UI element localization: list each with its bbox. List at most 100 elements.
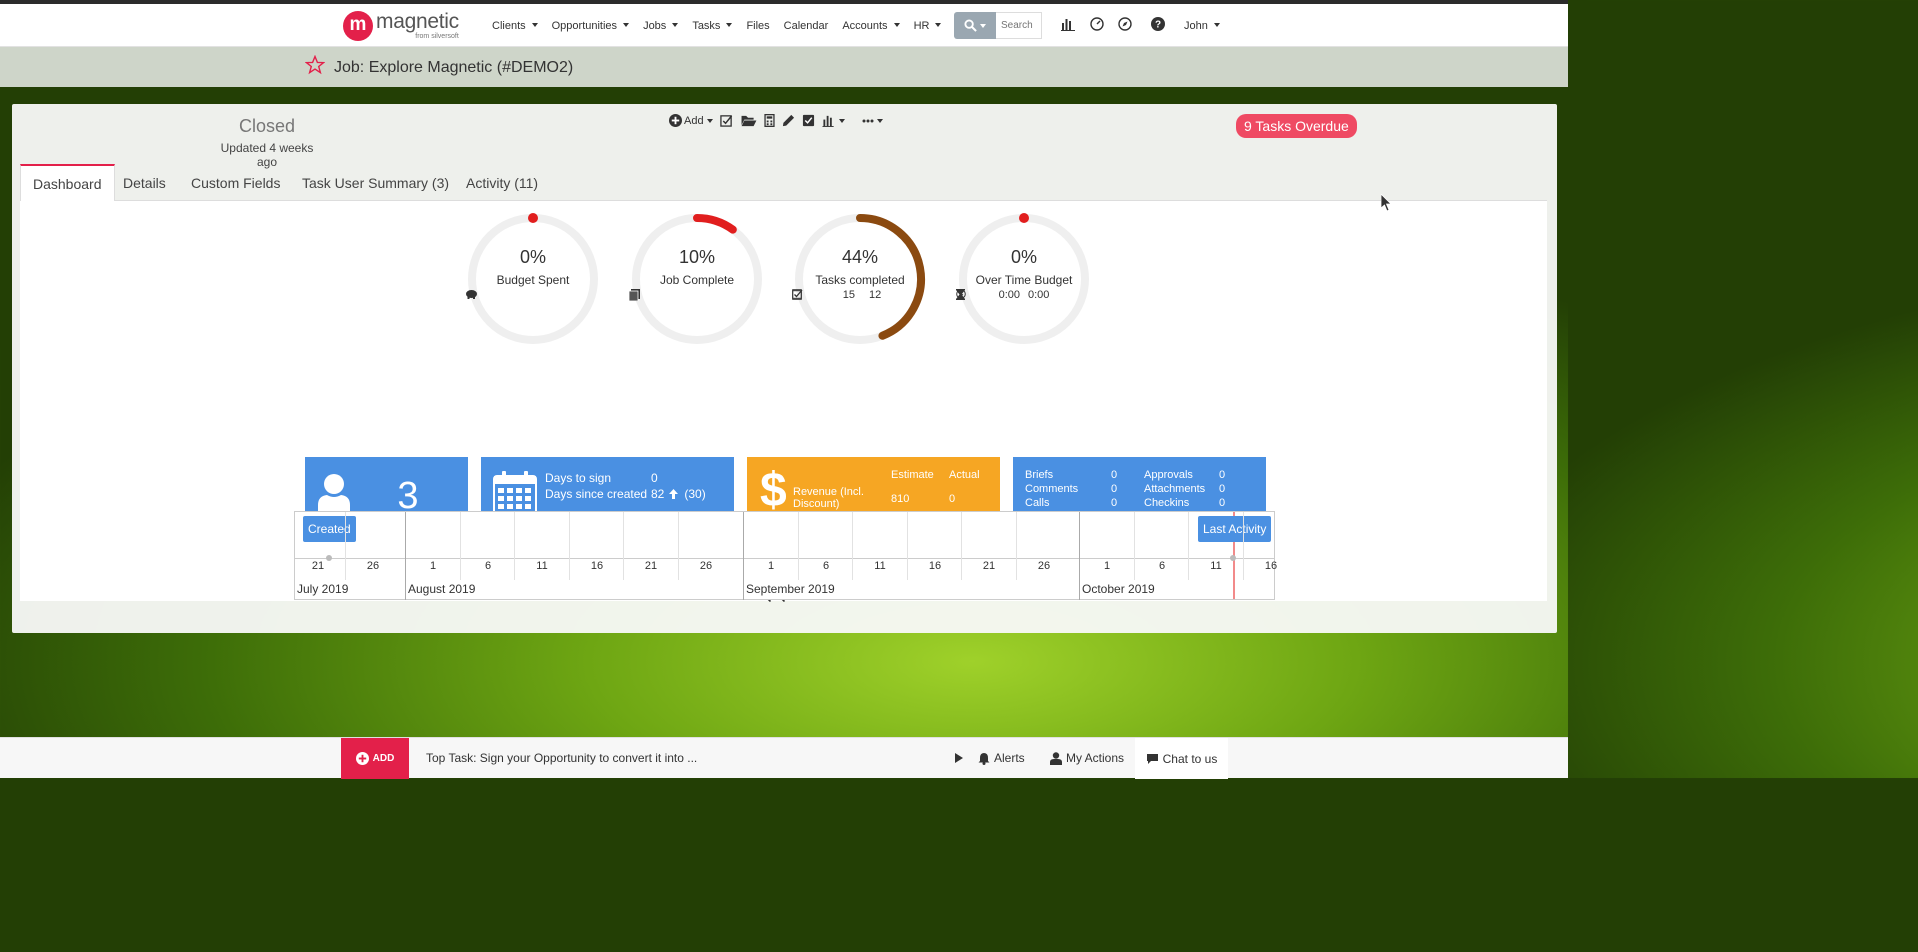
svg-text:?: ? xyxy=(1155,20,1161,31)
search-button[interactable] xyxy=(954,12,996,39)
alerts-label: Alerts xyxy=(994,751,1025,765)
count-row: Calls 0 xyxy=(1025,497,1117,511)
gauge-sub: 15 12 xyxy=(792,289,928,301)
timeline-month: October 2019 xyxy=(1082,582,1155,596)
calendar-icon xyxy=(493,471,537,517)
job-timeline[interactable]: Created Last Activity 21 26 1 6 11 16 21 26 1 6 11… xyxy=(294,511,1277,600)
timeline-month: September 2019 xyxy=(746,582,835,596)
chevron-down-icon xyxy=(838,118,845,123)
gauge-budget-spent: 0% Budget Spent xyxy=(465,211,601,347)
gauge-percent: 10% xyxy=(678,247,716,267)
tab-details[interactable]: Details xyxy=(111,164,178,201)
clock-icon xyxy=(956,289,966,299)
done-tasks-count: 12 xyxy=(869,289,882,301)
tab-custom-fields[interactable]: Custom Fields xyxy=(179,164,292,201)
count-row: Comments 0 xyxy=(1025,483,1117,497)
gauge-percent: 0% xyxy=(519,247,546,267)
add-label: Add xyxy=(684,114,704,127)
add-dropdown-button[interactable]: Add xyxy=(669,114,713,127)
my-actions-button[interactable]: My Actions xyxy=(1050,751,1124,765)
timeline-day: 6 xyxy=(822,560,830,572)
more-options-icon[interactable] xyxy=(862,118,883,123)
timeline-month: July 2019 xyxy=(297,582,349,596)
logo[interactable]: m magnetic from silversoft xyxy=(343,11,459,41)
last-activity-marker[interactable]: Last Activity xyxy=(1198,516,1272,542)
timeline-day: 1 xyxy=(1103,560,1111,572)
quick-add-button[interactable]: ADD xyxy=(341,738,409,779)
chat-bubble-icon xyxy=(1146,753,1158,764)
timeline-day: 21 xyxy=(644,560,658,572)
page-title: Job: Explore Magnetic (#DEMO2) xyxy=(334,59,574,76)
nav-item-hr[interactable]: HR xyxy=(914,20,942,32)
folder-open-icon[interactable] xyxy=(740,114,757,127)
dollar-icon: $ xyxy=(760,464,787,517)
top-task-text[interactable]: Top Task: Sign your Opportunity to conve… xyxy=(426,751,697,765)
alerts-button[interactable]: Alerts xyxy=(978,751,1025,765)
my-actions-label: My Actions xyxy=(1066,751,1125,765)
gauge-over-time-budget: 0% Over Time Budget 0:00 0:00 xyxy=(956,211,1092,347)
timeline-day: 6 xyxy=(1158,560,1166,572)
bell-icon xyxy=(978,752,990,765)
finance-actual: 0 xyxy=(949,493,956,505)
count-label: Approvals xyxy=(1144,469,1193,481)
timeline-day: 16 xyxy=(1264,560,1278,572)
actual-time: 0:00 xyxy=(1028,289,1050,301)
job-toolbar: Add xyxy=(669,114,890,127)
count-value: 0 xyxy=(1111,483,1118,495)
budget-time: 0:00 xyxy=(998,289,1020,301)
days-since-created-extra: (30) xyxy=(684,487,706,501)
nav-item-clients[interactable]: Clients xyxy=(492,20,538,32)
help-icon[interactable]: ? xyxy=(1150,16,1166,32)
timeline-day: 1 xyxy=(429,560,437,572)
nav-item-accounts[interactable]: Accounts xyxy=(842,20,899,32)
main-menu: Clients Opportunities Jobs Tasks Files Calend… xyxy=(492,20,955,32)
count-row: Briefs 0 xyxy=(1025,469,1117,483)
count-row: Checkins 0 xyxy=(1144,497,1225,511)
reports-icon[interactable] xyxy=(1060,16,1076,32)
tab-dashboard[interactable]: Dashboard xyxy=(20,164,115,202)
quick-add-label: ADD xyxy=(372,753,395,764)
nav-item-calendar[interactable]: Calendar xyxy=(784,20,829,32)
chart-dropdown-icon[interactable] xyxy=(822,114,845,127)
finance-estimate: 810 xyxy=(891,493,910,505)
tasks-overdue-badge[interactable]: 9 Tasks Overdue xyxy=(1236,114,1357,138)
nav-item-tasks[interactable]: Tasks xyxy=(692,20,732,32)
search-input[interactable] xyxy=(996,12,1042,39)
chat-button[interactable]: Chat to us xyxy=(1135,738,1228,779)
chat-label: Chat to us xyxy=(1162,751,1218,766)
nav-item-jobs[interactable]: Jobs xyxy=(643,20,678,32)
play-icon[interactable] xyxy=(955,753,963,763)
edit-pencil-icon[interactable] xyxy=(782,114,795,127)
piggy-bank-icon xyxy=(466,290,477,299)
gauge-arc xyxy=(693,214,737,234)
gauge-arc xyxy=(528,213,538,223)
count-label: Calls xyxy=(1025,497,1050,509)
gauge-label: Job Complete xyxy=(659,273,735,287)
checkbox-checked-icon xyxy=(792,289,803,300)
tab-task-user-summary-3[interactable]: Task User Summary (3) xyxy=(290,164,461,201)
favourite-star-icon[interactable] xyxy=(305,55,325,75)
compass-icon[interactable] xyxy=(1117,16,1133,32)
nav-item-files[interactable]: Files xyxy=(746,20,769,32)
gauge-label: Tasks completed xyxy=(815,273,905,287)
copy-documents-icon xyxy=(629,289,640,301)
timeline-day: 16 xyxy=(928,560,942,572)
gauge-job-complete: 10% Job Complete xyxy=(629,211,765,347)
nav-item-opportunities[interactable]: Opportunities xyxy=(552,20,629,32)
timeline-day: 21 xyxy=(311,560,325,572)
bottom-bar: ADD Top Task: Sign your Opportunity to c… xyxy=(0,737,1568,779)
calculator-icon[interactable] xyxy=(763,114,775,127)
created-marker[interactable]: Created xyxy=(303,516,356,542)
arrow-up-icon xyxy=(669,489,679,499)
count-value: 0 xyxy=(1111,469,1118,481)
actual-header: Actual xyxy=(949,469,980,481)
user-menu[interactable]: John xyxy=(1184,20,1220,32)
gauge-label: Over Time Budget xyxy=(975,273,1073,287)
dashboard-gauge-icon[interactable] xyxy=(1089,16,1105,32)
logo-badge: m xyxy=(343,11,373,41)
checklist-icon[interactable] xyxy=(719,114,733,127)
navbar: m magnetic from silversoft Clients Opport… xyxy=(0,4,1568,47)
timeline-day: 26 xyxy=(366,560,380,572)
clipboard-check-icon[interactable] xyxy=(802,114,815,127)
tab-activity-11[interactable]: Activity (11) xyxy=(454,164,550,201)
